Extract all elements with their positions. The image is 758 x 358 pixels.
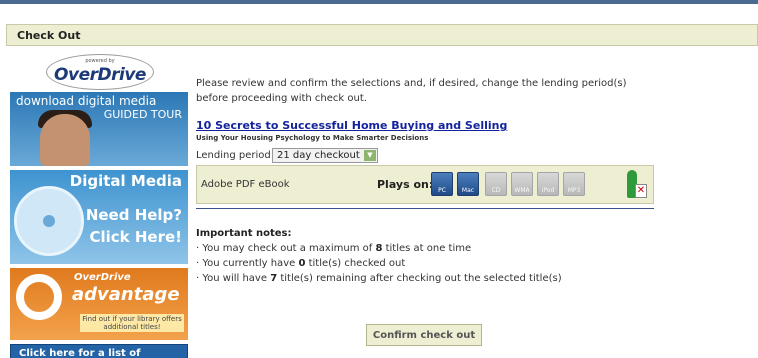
top-border xyxy=(0,0,758,4)
notes-heading: Important notes: xyxy=(196,228,292,239)
lending-period-label: Lending period: xyxy=(196,150,275,161)
help-line2: Need Help? xyxy=(85,206,182,224)
confirm-checkout-button[interactable]: Confirm check out xyxy=(366,324,482,346)
plays-on-label: Plays on: xyxy=(377,178,434,191)
close-icon: ✕ xyxy=(635,184,647,198)
remove-title-icon[interactable]: ✕ xyxy=(623,170,647,200)
advantage-line1: OverDrive xyxy=(74,272,131,283)
advantage-line2: advantage xyxy=(72,284,180,305)
format-row: Adobe PDF eBook Plays on: PC Mac CD WMA … xyxy=(196,165,654,204)
help-line1: Digital Media xyxy=(69,172,182,190)
advantage-line3: Find out if your library offers addition… xyxy=(80,314,184,332)
divider xyxy=(196,208,654,209)
advantage-ring-icon xyxy=(16,274,62,320)
intro-text: Please review and confirm the selections… xyxy=(196,78,627,104)
note-remaining: · You will have 7 title(s) remaining aft… xyxy=(196,273,562,284)
page-title: Check Out xyxy=(17,29,81,42)
lending-period-value: 21 day checkout xyxy=(277,150,360,161)
tour-line2: GUIDED TOUR xyxy=(103,108,182,121)
ipod-icon[interactable]: iPod xyxy=(537,172,559,196)
mac-icon[interactable]: Mac xyxy=(457,172,479,196)
title-link[interactable]: 10 Secrets to Successful Home Buying and… xyxy=(196,119,507,132)
note-checked-out: · You currently have 0 title(s) checked … xyxy=(196,258,406,269)
list-banner-label: Click here for a list of xyxy=(19,348,141,358)
chevron-down-icon[interactable]: ▼ xyxy=(364,150,376,161)
mp3-icon[interactable]: MP3 xyxy=(563,172,585,196)
tour-line1: download digital media xyxy=(16,94,157,108)
disc-icon xyxy=(14,186,84,256)
help-banner[interactable]: Digital Media Need Help? Click Here! xyxy=(10,170,188,264)
advantage-banner[interactable]: OverDrive advantage Find out if your lib… xyxy=(10,268,188,340)
format-label: Adobe PDF eBook xyxy=(201,179,290,190)
powered-by-text: powered by xyxy=(85,58,115,64)
title-subtitle: Using Your Housing Psychology to Make Sm… xyxy=(196,134,429,142)
pc-icon[interactable]: PC xyxy=(431,172,453,196)
brand-text: OverDrive xyxy=(54,65,146,85)
overdrive-logo[interactable]: powered by OverDrive xyxy=(46,54,154,90)
help-line3: Click Here! xyxy=(89,228,182,246)
guided-tour-banner[interactable]: download digital media GUIDED TOUR xyxy=(10,92,188,166)
cd-icon[interactable]: CD xyxy=(485,172,507,196)
list-banner[interactable]: Click here for a list of xyxy=(10,344,188,358)
lending-period-select[interactable]: 21 day checkout ▼ xyxy=(272,148,378,163)
person-image xyxy=(40,114,90,166)
wma-icon[interactable]: WMA xyxy=(511,172,533,196)
note-max-titles: · You may check out a maximum of 8 title… xyxy=(196,243,472,254)
section-header: Check Out xyxy=(6,24,758,46)
